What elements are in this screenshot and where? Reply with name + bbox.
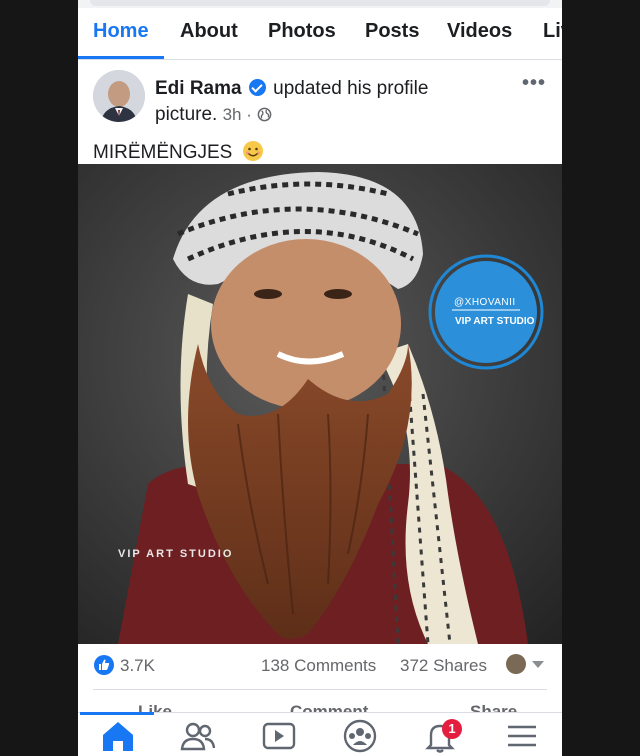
active-tab-indicator	[78, 56, 164, 59]
chevron-down-icon[interactable]	[532, 661, 544, 668]
tab-home[interactable]: Home	[93, 20, 149, 43]
notification-count-badge: 1	[442, 719, 462, 739]
smiling-emoji-icon	[242, 140, 264, 162]
bottom-navigation: 1	[78, 712, 562, 756]
tab-posts[interactable]: Posts	[365, 20, 419, 43]
home-icon[interactable]	[98, 719, 138, 755]
groups-icon[interactable]	[340, 719, 380, 755]
friends-icon[interactable]	[178, 719, 218, 755]
divider	[93, 689, 547, 690]
comments-count[interactable]: 138 Comments	[261, 656, 376, 676]
reactions-bar: 3.7K 138 Comments 372 Shares	[78, 645, 562, 685]
caption-text: MIRËMËNGJES	[93, 142, 233, 163]
like-reaction-icon	[94, 655, 114, 675]
photo-watermark: VIP ART STUDIO	[118, 548, 234, 560]
post-caption: MIRËMËNGJES	[93, 140, 264, 164]
tab-about[interactable]: About	[180, 20, 238, 43]
shares-count[interactable]: 372 Shares	[400, 656, 487, 676]
active-nav-indicator	[80, 712, 154, 715]
globe-icon	[257, 104, 272, 130]
post-options-icon[interactable]: •••	[522, 72, 546, 95]
video-icon[interactable]	[259, 719, 299, 755]
post-header-text: Edi Rama updated his profile picture. 3h…	[155, 76, 485, 130]
tab-photos[interactable]: Photos	[268, 20, 336, 43]
viewer-avatar[interactable]	[506, 654, 526, 674]
page-tabs: Home About Photos Posts Videos Liv	[78, 10, 562, 60]
profile-picture-photo[interactable]: @XHOVANII VIP ART STUDIO VIP ART STUDIO	[78, 164, 562, 644]
post-time[interactable]: 3h	[223, 105, 242, 124]
photo-badge-handle: @XHOVANII	[454, 297, 516, 308]
verified-badge-icon	[248, 79, 266, 96]
menu-icon[interactable]	[502, 719, 542, 755]
tab-videos[interactable]: Videos	[447, 20, 512, 43]
tab-live[interactable]: Liv	[543, 20, 562, 43]
facebook-page-screen: Home About Photos Posts Videos Liv Edi R…	[78, 0, 562, 756]
photo-badge-studio: VIP ART STUDIO	[455, 316, 535, 327]
author-avatar[interactable]	[93, 70, 145, 122]
author-name[interactable]: Edi Rama	[155, 78, 242, 99]
reaction-count[interactable]: 3.7K	[120, 656, 155, 676]
status-strip	[78, 0, 562, 8]
